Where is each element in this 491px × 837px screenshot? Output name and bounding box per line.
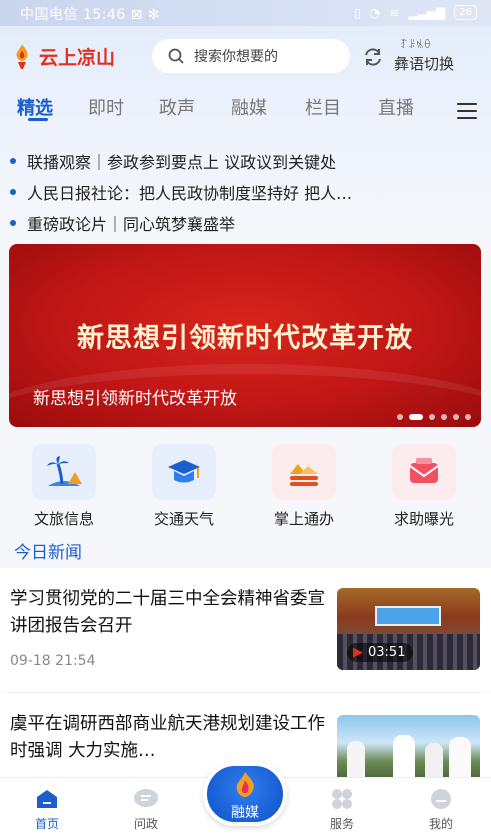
play-icon: ▶ xyxy=(353,645,363,660)
bullet-icon xyxy=(10,219,16,226)
bullet-icon xyxy=(10,188,16,195)
carousel-dot xyxy=(453,414,459,420)
headline-item[interactable]: 人民日报社论：把人民政协制度坚持好 把人… xyxy=(10,176,480,207)
banner-title: 新思想引领新时代改革开放 xyxy=(77,323,413,354)
torch-logo-icon xyxy=(16,44,28,69)
graduation-cap-icon xyxy=(152,444,216,500)
status-carrier-time: 中国电信 15:46 ⊠ ✻ xyxy=(20,7,161,23)
bullet-icon xyxy=(10,157,16,164)
nav-home[interactable]: 首页 xyxy=(17,788,77,832)
wifi-icon: ≋ xyxy=(389,5,400,20)
tab-media[interactable]: 融媒 xyxy=(231,94,267,120)
home-icon xyxy=(37,790,57,808)
category-tabs: 精选 即时 政声 融媒 栏目 直播 xyxy=(0,92,491,132)
chat-icon xyxy=(134,789,158,807)
language-switch-label: 彝语切换 xyxy=(394,55,455,73)
status-bar: 中国电信 15:46 ⊠ ✻ ▯ ◔ ≋ ▂▃▅▇ 26 xyxy=(0,0,491,26)
news-title: 学习贯彻党的二十届三中全会精神省委宣讲团报告会召开 xyxy=(10,589,325,636)
quick-link-tourism[interactable]: 文旅信息 xyxy=(14,444,114,529)
news-thumbnail xyxy=(337,715,480,777)
headline-text: 重磅政论片｜同心筑梦襄盛举 xyxy=(27,214,236,234)
nav-inquiry[interactable]: 问政 xyxy=(116,788,176,832)
person-figure xyxy=(425,743,443,777)
headline-item[interactable]: 联播观察｜参政参到要点上 议政议到关键处 xyxy=(10,145,480,176)
refresh-icon xyxy=(365,48,381,66)
quick-link-label: 掌上通办 xyxy=(273,510,334,528)
nav-label: 问政 xyxy=(133,817,158,831)
signal-icon: ▂▃▅▇ xyxy=(408,5,446,20)
news-title: 虞平在调研西部商业航天港规划建设工作时强调 大力实施… xyxy=(10,714,325,761)
news-thumbnail: ▶ 03:51 xyxy=(337,588,480,670)
hills-icon xyxy=(272,444,336,500)
tab-instant[interactable]: 即时 xyxy=(88,94,124,120)
carousel-dot-active xyxy=(409,414,423,420)
quick-link-help-report[interactable]: 求助曝光 xyxy=(374,444,474,529)
headline-item[interactable]: 重磅政论片｜同心筑梦襄盛举 xyxy=(10,207,480,238)
banner-caption: 新思想引领新时代改革开放 xyxy=(33,389,237,409)
carousel-dot xyxy=(441,414,447,420)
tab-live[interactable]: 直播 xyxy=(378,94,414,120)
alarm-icon: ◔ xyxy=(369,5,381,20)
language-switch[interactable]: ꆈꌠꁱꂷ 彝语切换 xyxy=(360,38,480,78)
person-figure xyxy=(347,741,365,777)
grid-icon xyxy=(332,789,352,809)
envelope-icon xyxy=(392,444,456,500)
nav-media-center[interactable]: 融媒 xyxy=(203,762,287,826)
app-logo[interactable]: 云上凉山 xyxy=(10,42,115,70)
quick-link-label: 文旅信息 xyxy=(33,510,94,528)
menu-icon[interactable] xyxy=(457,103,477,124)
person-figure xyxy=(393,735,415,777)
quick-link-online-services[interactable]: 掌上通办 xyxy=(254,444,354,529)
person-figure xyxy=(449,737,471,777)
active-tab-indicator xyxy=(28,118,48,121)
carousel-dot xyxy=(465,414,471,420)
nav-services[interactable]: 服务 xyxy=(312,788,372,832)
tab-selected[interactable]: 精选 xyxy=(17,94,53,120)
video-duration-badge: ▶ 03:51 xyxy=(347,643,414,662)
quick-link-label: 交通天气 xyxy=(153,510,214,528)
user-icon xyxy=(431,789,451,809)
vibrate-icon: ▯ xyxy=(354,5,361,20)
search-bar[interactable]: 搜索你想要的 xyxy=(152,39,350,73)
stage-screen xyxy=(375,606,441,626)
nav-label: 我的 xyxy=(428,817,453,831)
carousel-indicator xyxy=(397,414,471,420)
yi-script-label: ꆈꌠꁱꂷ xyxy=(400,40,432,51)
flame-icon xyxy=(236,772,254,797)
news-item[interactable]: 学习贯彻党的二十届三中全会精神省委宣讲团报告会召开 09-18 21:54 ▶ 0… xyxy=(0,568,491,692)
quick-links: 文旅信息 交通天气 掌上通办 求助曝光 xyxy=(0,444,491,528)
video-duration: 03:51 xyxy=(368,645,406,660)
tab-politics[interactable]: 政声 xyxy=(159,94,195,120)
palm-tree-icon xyxy=(32,444,96,500)
nav-label: 融媒 xyxy=(231,805,259,821)
nav-label: 首页 xyxy=(34,817,59,831)
status-icons: ▯ ◔ ≋ ▂▃▅▇ 26 xyxy=(354,5,477,20)
nav-label: 服务 xyxy=(329,817,354,831)
banner-carousel[interactable]: 新思想引领新时代改革开放 新思想引领新时代改革开放 xyxy=(9,244,481,427)
quick-link-label: 求助曝光 xyxy=(393,510,454,528)
carousel-dot xyxy=(397,414,403,420)
section-title-today-news: 今日新闻 xyxy=(14,543,82,563)
app-name: 云上凉山 xyxy=(39,46,116,69)
tab-columns[interactable]: 栏目 xyxy=(305,94,341,120)
headline-ticker: 联播观察｜参政参到要点上 议政议到关键处 人民日报社论：把人民政协制度坚持好 把… xyxy=(10,145,480,238)
nav-profile[interactable]: 我的 xyxy=(411,788,471,832)
headline-text: 联播观察｜参政参到要点上 议政议到关键处 xyxy=(27,152,337,172)
news-time: 09-18 21:54 xyxy=(10,653,96,669)
battery-icon: 26 xyxy=(454,5,477,20)
search-icon xyxy=(168,48,184,64)
quick-link-traffic-weather[interactable]: 交通天气 xyxy=(134,444,234,529)
search-placeholder: 搜索你想要的 xyxy=(194,49,278,65)
headline-text: 人民日报社论：把人民政协制度坚持好 把人… xyxy=(27,183,353,203)
carousel-dot xyxy=(429,414,435,420)
